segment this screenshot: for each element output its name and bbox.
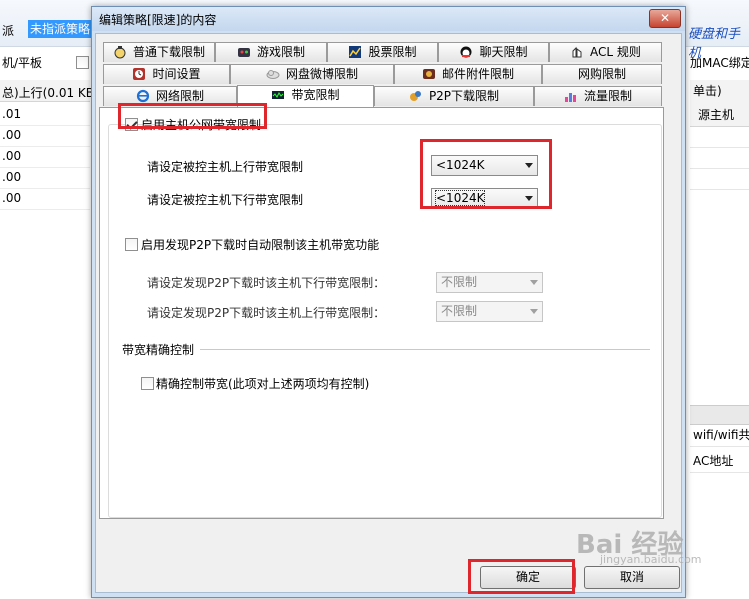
table-row[interactable]: .00 <box>0 188 90 210</box>
source-host-header[interactable]: 源主机 <box>698 106 734 123</box>
cancel-button[interactable]: 取消 <box>584 566 680 589</box>
table-cell <box>690 168 749 190</box>
table-row[interactable]: .01 <box>0 104 90 126</box>
watermark-url: jingyan.baidu.com <box>600 553 702 566</box>
dialog-title: 编辑策略[限速]的内容 <box>99 13 217 27</box>
upload-column-header[interactable]: 总)上行(0.01 KB <box>2 84 94 101</box>
chevron-down-icon <box>530 280 538 285</box>
tab-mail-attachment[interactable]: 邮件附件限制 <box>394 64 542 84</box>
p2p-upload-limit-select[interactable]: 不限制 <box>436 301 543 322</box>
chevron-down-icon <box>530 309 538 314</box>
splitter[interactable] <box>690 405 749 425</box>
tab-label: 聊天限制 <box>479 45 528 59</box>
tab-label: 网盘微博限制 <box>285 67 358 81</box>
precise-control-label[interactable]: 精确控制带宽(此项对上述两项均有控制) <box>156 375 369 392</box>
cloud-icon <box>266 70 280 79</box>
tab-label: 游戏限制 <box>256 45 305 59</box>
mac-address-cell: AC地址 <box>690 451 749 473</box>
tab-traffic[interactable]: 流量限制 <box>534 86 662 106</box>
mail-icon <box>422 69 435 79</box>
mac-bind-label: 加MAC绑定 <box>690 56 749 70</box>
p2p-icon <box>409 91 421 101</box>
chat-icon <box>460 46 472 58</box>
bandwidth-icon <box>272 91 285 99</box>
tab-acl[interactable]: ACL 规则 <box>549 42 662 62</box>
ie-icon <box>136 89 150 103</box>
traffic-icon <box>564 93 576 102</box>
tab-label: ACL 规则 <box>590 45 641 59</box>
highlight-limit-selects <box>420 139 552 209</box>
p2p-auto-limit-checkbox[interactable] <box>125 238 138 251</box>
clock-icon <box>133 68 146 80</box>
precise-control-checkbox[interactable] <box>141 377 154 390</box>
right-column-header: 单击) 源主机 <box>690 80 749 127</box>
tab-normal-download[interactable]: 普通下载限制 <box>103 42 215 62</box>
tab-label: 邮件附件限制 <box>441 67 514 81</box>
table-header: 总)上行(0.01 KB <box>0 80 94 102</box>
download-bell-icon <box>114 46 126 59</box>
tab-chat[interactable]: 聊天限制 <box>438 42 549 62</box>
acl-icon <box>572 46 582 58</box>
p2p-download-limit-label: 请设定发现P2P下载时该主机下行带宽限制： <box>147 276 386 290</box>
table-cell <box>690 147 749 169</box>
precise-control-group-title: 带宽精确控制 <box>122 343 195 357</box>
table-row[interactable]: .00 <box>0 167 90 189</box>
edit-policy-dialog: 编辑策略[限速]的内容 ✕ 普通下载限制 游戏限制 股票限制 聊天限制 ACL … <box>91 6 686 598</box>
tab-label: 时间设置 <box>152 67 201 81</box>
click-hint: 单击) <box>693 84 722 98</box>
policy-combo[interactable]: 未指派策略 <box>28 20 100 38</box>
download-limit-label: 请设定被控主机下行带宽限制 <box>147 193 304 207</box>
panel-frame <box>108 124 662 518</box>
table-cell <box>690 126 749 148</box>
game-icon <box>237 48 250 57</box>
tab-label: 带宽限制 <box>291 88 340 102</box>
p2p-upload-limit-label: 请设定发现P2P下载时该主机上行带宽限制： <box>147 306 386 320</box>
dispatch-label: 派 <box>2 24 15 38</box>
tab-time[interactable]: 时间设置 <box>103 64 230 84</box>
tablet-label: 机/平板 <box>2 56 43 70</box>
tab-label: 股票限制 <box>368 45 417 59</box>
close-button[interactable]: ✕ <box>649 9 681 28</box>
upload-limit-label: 请设定被控主机上行带宽限制 <box>147 160 304 174</box>
tab-label: 流量限制 <box>583 89 632 103</box>
stock-icon <box>349 46 362 58</box>
highlight-ok-button <box>468 559 575 594</box>
highlight-enable-checkbox <box>118 103 267 129</box>
tab-label: 普通下载限制 <box>132 45 205 59</box>
p2p-upload-limit-value: 不限制 <box>441 304 478 318</box>
tab-online-shopping[interactable]: 网购限制 <box>542 64 662 84</box>
dialog-titlebar[interactable]: 编辑策略[限速]的内容 ✕ <box>92 7 685 31</box>
wifi-cell: wifi/wifi共享 <box>690 425 749 447</box>
p2p-download-limit-value: 不限制 <box>441 275 478 289</box>
tab-game[interactable]: 游戏限制 <box>215 42 327 62</box>
tab-label: 网络限制 <box>155 89 204 103</box>
tab-label: P2P下载限制 <box>428 89 500 103</box>
p2p-auto-limit-label[interactable]: 启用发现P2P下载时自动限制该主机带宽功能 <box>141 236 379 253</box>
tab-stock[interactable]: 股票限制 <box>327 42 438 62</box>
p2p-download-limit-select[interactable]: 不限制 <box>436 272 543 293</box>
table-row[interactable]: .00 <box>0 146 90 168</box>
tablet-checkbox[interactable] <box>76 56 89 69</box>
tab-label: 网购限制 <box>577 67 626 81</box>
table-row[interactable]: .00 <box>0 125 90 147</box>
group-divider <box>200 349 650 350</box>
tab-p2p-download[interactable]: P2P下载限制 <box>374 86 534 106</box>
tab-netdisk-weibo[interactable]: 网盘微博限制 <box>230 64 394 84</box>
